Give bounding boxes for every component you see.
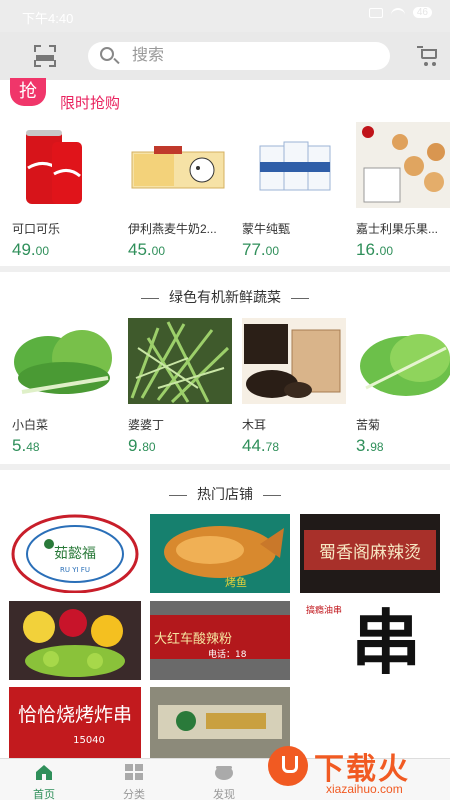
shop-logo-grilled-fish[interactable]: 烤鱼 (150, 514, 290, 593)
product-image-bok-choy (12, 318, 116, 404)
product-name: 小白菜 (12, 418, 49, 432)
watermark-url: xiazaihuo.com (326, 782, 403, 796)
shop-logo-fruit[interactable] (9, 601, 141, 680)
product-name: 可口可乐 (12, 222, 61, 236)
svg-text:15040: 15040 (73, 735, 105, 746)
product-price: 16.00 (356, 240, 393, 259)
hot-shops-section: 热门店铺 茹懿福 RU YI FU 烤鱼 蜀香阁麻辣烫 大红车酸辣粉 电话：18… (0, 470, 450, 758)
product-price: 5.48 (12, 436, 40, 455)
product-price: 45.00 (128, 240, 165, 259)
app-page: 下午4:40 46 抢 限时抢购 (0, 0, 450, 800)
product-image-yogurt (242, 122, 346, 208)
flash-sale-badge: 抢 (10, 78, 46, 106)
shop-logo-ruyifu[interactable]: 茹懿福 RU YI FU (9, 514, 141, 593)
svg-text:电话：18: 电话：18 (208, 648, 247, 660)
product-name: 苦菊 (356, 418, 381, 432)
nav-discover-label: 发现 (213, 789, 235, 800)
search-icon (100, 47, 114, 61)
watermark: 下载火 xiazaihuo.com (268, 742, 448, 800)
flash-sale-section: 抢 限时抢购 可口可乐 49.00 伊利燕麦牛奶2... 45.00 蒙牛纯甄 … (0, 78, 450, 266)
watermark-logo-icon (268, 746, 308, 786)
vegetables-section: 绿色有机新鲜蔬菜 小白菜 5.48 婆婆丁 9.80 木耳 44.78 苦菊 3… (0, 272, 450, 464)
product-name: 嘉士利果乐果... (356, 222, 439, 236)
product-image-oat-milk (128, 122, 232, 208)
product-name: 伊利燕麦牛奶2... (128, 222, 217, 236)
flash-sale-title[interactable]: 限时抢购 (60, 92, 120, 113)
home-icon (36, 765, 52, 780)
product-image-endive (356, 318, 450, 404)
product-image-cola (12, 122, 116, 208)
nav-home-label: 首页 (33, 789, 55, 800)
product-image-biscuits (356, 122, 450, 208)
svg-text:串: 串 (351, 602, 421, 680)
shop-logo-chuan[interactable]: 搞瘾油串 串 (300, 601, 440, 680)
product-price: 49.00 (12, 240, 49, 259)
product-price: 3.98 (356, 436, 384, 455)
svg-text:蜀香阁麻辣烫: 蜀香阁麻辣烫 (319, 543, 421, 563)
product-price: 44.78 (242, 436, 279, 455)
product-name: 婆婆丁 (128, 418, 165, 432)
shop-logo-suanlafen[interactable]: 大红车酸辣粉 电话：18 (150, 601, 290, 680)
nav-discover[interactable]: 发现 (194, 763, 254, 800)
svg-text:烤鱼: 烤鱼 (225, 575, 247, 589)
product-image-dandelion (128, 318, 232, 404)
signal-icon (368, 7, 383, 18)
svg-text:RU YI FU: RU YI FU (60, 566, 90, 574)
search-input[interactable] (132, 45, 372, 67)
shop-logo-mala[interactable]: 蜀香阁麻辣烫 (300, 514, 440, 593)
discover-icon (215, 766, 233, 780)
status-time: 下午4:40 (22, 11, 74, 26)
svg-text:茹懿福: 茹懿福 (54, 545, 96, 562)
product-price: 9.80 (128, 436, 156, 455)
vegetables-title: 绿色有机新鲜蔬菜 (0, 287, 450, 307)
category-icon (125, 764, 143, 780)
search-header (0, 32, 450, 80)
svg-text:大红车酸辣粉: 大红车酸辣粉 (154, 631, 232, 647)
hot-shops-title: 热门店铺 (0, 484, 450, 504)
nav-category[interactable]: 分类 (104, 763, 164, 800)
nav-category-label: 分类 (123, 789, 145, 800)
product-name: 蒙牛纯甄 (242, 222, 291, 236)
svg-text:恰恰烧烤炸串: 恰恰烧烤炸串 (18, 704, 132, 726)
status-icons: 46 (368, 7, 432, 18)
svg-text:搞瘾油串: 搞瘾油串 (306, 604, 342, 616)
cart-icon[interactable] (417, 46, 439, 66)
shop-logo-bbq[interactable]: 恰恰烧烤炸串 15040 (9, 687, 141, 758)
search-bar[interactable] (88, 42, 390, 70)
battery-icon: 46 (412, 7, 432, 18)
product-image-wood-ear (242, 318, 346, 404)
wifi-icon (390, 7, 405, 18)
product-price: 77.00 (242, 240, 279, 259)
product-name: 木耳 (242, 418, 267, 432)
scan-icon[interactable] (34, 45, 56, 67)
nav-home[interactable]: 首页 (14, 763, 74, 800)
status-bar: 下午4:40 46 (0, 0, 450, 32)
